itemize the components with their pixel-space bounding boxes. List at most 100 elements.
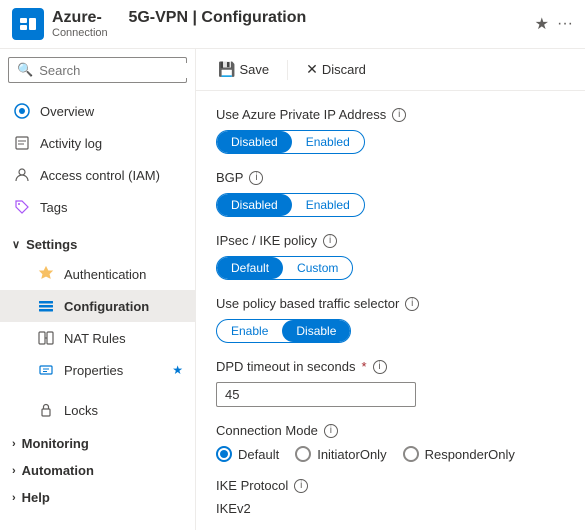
sidebar-item-properties[interactable]: Properties ★ [0,354,195,386]
sidebar-label-access-control: Access control (IAM) [40,168,160,183]
tags-icon [12,197,32,217]
header-actions: ★ ··· [535,14,573,34]
connection-mode-row: Connection Mode i Default InitiatorOnly … [216,423,565,462]
help-group-header[interactable]: › Help [0,484,195,511]
config-content: Use Azure Private IP Address i Disabled … [196,91,585,530]
nav-section-locks: Locks [0,390,195,430]
title-part1: Azure- [52,9,102,26]
ipsec-ike-default-button[interactable]: Default [217,257,283,279]
discard-button[interactable]: ✕ Discard [300,57,372,82]
settings-group-label: Settings [26,237,77,252]
properties-icon [36,360,56,380]
ipsec-ike-custom-button[interactable]: Custom [283,257,352,279]
settings-group-header[interactable]: ∨ Settings [0,231,195,258]
automation-group-label: Automation [22,463,94,478]
dpd-timeout-row: DPD timeout in seconds * i [216,359,565,407]
ike-protocol-row: IKE Protocol i IKEv2 [216,478,565,516]
dpd-timeout-info-icon[interactable]: i [373,360,387,374]
sidebar-item-tags[interactable]: Tags [0,191,195,223]
page-title: Azure- 5G-VPN | Configuration [52,9,523,27]
help-chevron-icon: › [12,492,16,504]
help-group-label: Help [22,490,50,505]
azure-private-ip-row: Use Azure Private IP Address i Disabled … [216,107,565,154]
connection-mode-default-radio-circle [216,446,232,462]
bgp-info-icon[interactable]: i [249,171,263,185]
automation-group-header[interactable]: › Automation [0,457,195,484]
sidebar-item-nat-rules[interactable]: NAT Rules [0,322,195,354]
favorite-icon[interactable]: ★ [535,14,549,34]
policy-traffic-label: Use policy based traffic selector i [216,296,565,311]
sidebar-item-locks[interactable]: Locks [0,394,195,426]
toolbar: 💾 Save ✕ Discard [196,49,585,91]
nat-rules-icon [36,328,56,348]
azure-private-ip-enabled-button[interactable]: Enabled [292,131,364,153]
toolbar-separator [287,60,288,80]
connection-mode-info-icon[interactable]: i [324,424,338,438]
settings-chevron-icon: ∨ [12,238,20,251]
policy-traffic-info-icon[interactable]: i [405,297,419,311]
access-control-icon [12,165,32,185]
sidebar: 🔍 ⊙ « Overview Activity log [0,49,196,530]
sidebar-item-overview[interactable]: Overview [0,95,195,127]
monitoring-chevron-icon: › [12,438,16,450]
nav-section-settings: ∨ Settings Authentication Configuration [0,227,195,390]
dpd-required-marker: * [361,359,366,374]
sidebar-item-activity-log[interactable]: Activity log [0,127,195,159]
ike-protocol-info-icon[interactable]: i [294,479,308,493]
automation-chevron-icon: › [12,465,16,477]
azure-private-ip-label: Use Azure Private IP Address i [216,107,565,122]
bgp-enabled-button[interactable]: Enabled [292,194,364,216]
search-icon: 🔍 [17,62,33,78]
azure-private-ip-disabled-button[interactable]: Disabled [217,131,292,153]
page-subtitle: Connection [52,27,523,39]
connection-mode-responder-radio-circle [403,446,419,462]
save-icon: 💾 [218,61,235,78]
authentication-icon [36,264,56,284]
connection-mode-initiator-radio[interactable]: InitiatorOnly [295,446,386,462]
title-block: Azure- 5G-VPN | Configuration Connection [52,9,523,39]
save-label: Save [239,62,269,77]
policy-traffic-row: Use policy based traffic selector i Enab… [216,296,565,343]
search-bar: 🔍 ⊙ « [8,57,187,83]
azure-private-ip-toggle: Disabled Enabled [216,130,365,154]
ipsec-ike-row: IPsec / IKE policy i Default Custom [216,233,565,280]
sidebar-label-locks: Locks [64,403,98,418]
search-input[interactable] [39,63,196,78]
bgp-row: BGP i Disabled Enabled [216,170,565,217]
azure-private-ip-info-icon[interactable]: i [392,108,406,122]
more-options-icon[interactable]: ··· [557,15,573,33]
sidebar-item-configuration[interactable]: Configuration [0,290,195,322]
overview-icon [12,101,32,121]
configuration-icon [36,296,56,316]
ike-protocol-value: IKEv2 [216,501,565,516]
save-button[interactable]: 💾 Save [212,57,275,82]
connection-mode-radio-group: Default InitiatorOnly ResponderOnly [216,446,565,462]
dpd-timeout-input[interactable] [216,382,416,407]
policy-traffic-enable-button[interactable]: Enable [217,320,282,342]
content-area: 💾 Save ✕ Discard Use Azure Private IP Ad… [196,49,585,530]
monitoring-group-header[interactable]: › Monitoring [0,430,195,457]
connection-mode-initiator-radio-circle [295,446,311,462]
properties-star-icon: ★ [172,363,183,377]
sidebar-label-tags: Tags [40,200,67,215]
ipsec-ike-info-icon[interactable]: i [323,234,337,248]
locks-icon [36,400,56,420]
connection-mode-default-radio[interactable]: Default [216,446,279,462]
main-layout: 🔍 ⊙ « Overview Activity log [0,49,585,530]
title-part2: 5G-VPN | Configuration [128,9,306,26]
sidebar-label-activity-log: Activity log [40,136,102,151]
bgp-toggle: Disabled Enabled [216,193,365,217]
policy-traffic-disable-button[interactable]: Disable [282,320,350,342]
bgp-disabled-button[interactable]: Disabled [217,194,292,216]
resource-icon [12,8,44,40]
sidebar-item-authentication[interactable]: Authentication [0,258,195,290]
connection-mode-label: Connection Mode i [216,423,565,438]
discard-label: Discard [322,62,366,77]
sidebar-label-overview: Overview [40,104,94,119]
connection-mode-responder-radio[interactable]: ResponderOnly [403,446,515,462]
policy-traffic-toggle: Enable Disable [216,319,351,343]
sidebar-label-nat-rules: NAT Rules [64,331,126,346]
ipsec-ike-toggle: Default Custom [216,256,353,280]
bgp-label: BGP i [216,170,565,185]
sidebar-item-access-control[interactable]: Access control (IAM) [0,159,195,191]
